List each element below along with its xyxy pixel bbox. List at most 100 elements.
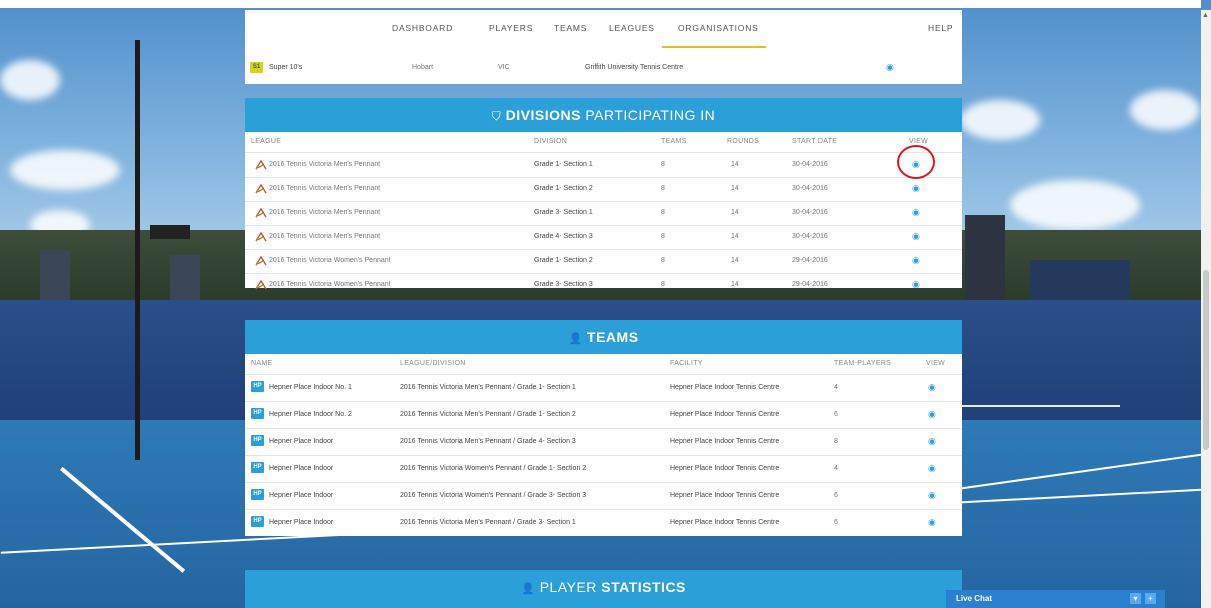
view-eye-icon[interactable]: ◉ (928, 490, 936, 501)
table-row[interactable]: 2016 Tennis Victoria Men's Pennant Grade… (245, 201, 962, 226)
league-logo-icon (255, 280, 267, 290)
col-league-division: LEAGUE/DIVISION (400, 360, 466, 367)
facility-cell: Hepner Place Indoor Tennis Centre (670, 438, 780, 445)
nav-dashboard[interactable]: DASHBOARD (392, 23, 453, 33)
rounds-cell: 14 (731, 185, 739, 192)
view-eye-icon[interactable]: ◉ (928, 463, 936, 474)
teams-title: 👤 TEAMS (568, 329, 639, 345)
facility-cell: Hepner Place Indoor Tennis Centre (670, 465, 780, 472)
scroll-up-icon[interactable]: ▲ (1202, 12, 1209, 19)
live-chat-label[interactable]: Live Chat (956, 594, 992, 603)
table-row[interactable]: HP Hepner Place Indoor 2016 Tennis Victo… (245, 510, 962, 536)
table-row[interactable]: 2016 Tennis Victoria Men's Pennant Grade… (245, 225, 962, 250)
table-row[interactable]: 2016 Tennis Victoria Women's Pennant Gra… (245, 273, 962, 297)
teams-section-header: 👤 TEAMS (245, 320, 962, 354)
table-header: LEAGUE DIVISION TEAMS ROUNDS START DATE … (245, 132, 962, 153)
team-name[interactable]: Hepner Place Indoor (269, 465, 333, 472)
league-cell: 2016 Tennis Victoria Women's Pennant (269, 281, 391, 288)
league-division-cell: 2016 Tennis Victoria Women's Pennant / G… (400, 492, 587, 499)
view-eye-icon[interactable]: ◉ (928, 436, 936, 447)
teams-table: NAME LEAGUE/DIVISION FACILITY TEAM-PLAYE… (245, 354, 962, 536)
table-row[interactable]: 2016 Tennis Victoria Women's Pennant Gra… (245, 249, 962, 274)
table-row[interactable]: HP Hepner Place Indoor 2016 Tennis Victo… (245, 429, 962, 456)
team-badge: HP (251, 516, 264, 527)
player-statistics-title: 👤 PLAYER STATISTICS (521, 579, 686, 595)
division-cell: Grade 1- Section 1 (534, 161, 593, 168)
view-eye-icon[interactable]: ◉ (912, 231, 920, 242)
table-row[interactable]: S1 Super 10's Hobart VIC Griffith Univer… (245, 56, 962, 80)
scrollbar-thumb[interactable] (1203, 270, 1209, 450)
start-date-cell: 29-04-2016 (792, 257, 828, 264)
start-date-cell: 30-04-2016 (792, 161, 828, 168)
view-eye-icon[interactable]: ◉ (912, 207, 920, 218)
nav-teams[interactable]: TEAMS (554, 23, 587, 33)
team-name[interactable]: Hepner Place Indoor (269, 438, 333, 445)
league-division-cell: 2016 Tennis Victoria Men's Pennant / Gra… (400, 438, 576, 445)
league-division-cell: 2016 Tennis Victoria Women's Pennant / G… (400, 465, 587, 472)
col-name: NAME (251, 360, 273, 367)
team-badge: HP (251, 381, 264, 392)
col-team-players: TEAM-PLAYERS (834, 360, 892, 367)
col-division: DIVISION (534, 138, 568, 145)
facility-cell: Hepner Place Indoor Tennis Centre (670, 519, 780, 526)
table-row[interactable]: HP Hepner Place Indoor No. 2 2016 Tennis… (245, 402, 962, 429)
rounds-cell: 14 (731, 233, 739, 240)
table-row[interactable]: 2016 Tennis Victoria Men's Pennant Grade… (245, 177, 962, 202)
league-badge: S1 (250, 62, 263, 73)
col-start-date: START DATE (792, 138, 838, 145)
page-scrollbar[interactable]: ▲ (1201, 10, 1211, 608)
team-name[interactable]: Hepner Place Indoor No. 1 (269, 384, 352, 391)
table-header: NAME LEAGUE/DIVISION FACILITY TEAM-PLAYE… (245, 354, 962, 375)
facility-cell: Griffith University Tennis Centre (585, 64, 684, 71)
team-badge: HP (251, 435, 264, 446)
start-date-cell: 30-04-2016 (792, 185, 828, 192)
league-cell: 2016 Tennis Victoria Men's Pennant (269, 233, 381, 240)
nav-leagues[interactable]: LEAGUES (609, 23, 655, 33)
table-row[interactable]: HP Hepner Place Indoor 2016 Tennis Victo… (245, 483, 962, 510)
view-eye-icon[interactable]: ◉ (912, 255, 920, 266)
nav-players[interactable]: PLAYERS (489, 23, 533, 33)
col-view: VIEW (909, 138, 929, 145)
col-teams: TEAMS (661, 138, 687, 145)
col-league: LEAGUE (251, 138, 282, 145)
chevron-down-icon[interactable]: ▾ (1130, 593, 1141, 604)
col-facility: FACILITY (670, 360, 703, 367)
view-eye-icon[interactable]: ◉ (912, 183, 920, 194)
plus-icon[interactable]: + (1145, 593, 1156, 604)
team-name[interactable]: Hepner Place Indoor No. 2 (269, 411, 352, 418)
players-cell: 6 (834, 492, 838, 499)
view-eye-icon[interactable]: ◉ (912, 279, 920, 290)
view-eye-icon[interactable]: ◉ (928, 382, 936, 393)
league-division-cell: 2016 Tennis Victoria Men's Pennant / Gra… (400, 411, 576, 418)
team-badge: HP (251, 462, 264, 473)
teams-cell: 8 (661, 233, 665, 240)
player-statistics-section-header: 👤 PLAYER STATISTICS (245, 570, 962, 608)
league-cell: 2016 Tennis Victoria Men's Pennant (269, 209, 381, 216)
main-nav: DASHBOARD PLAYERS TEAMS LEAGUES ORGANISA… (245, 10, 962, 48)
table-row[interactable]: HP Hepner Place Indoor 2016 Tennis Victo… (245, 456, 962, 483)
league-logo-icon (255, 232, 267, 242)
live-chat-widget[interactable]: Live Chat ▾ + (946, 590, 1165, 608)
highlight-circle-annotation (897, 145, 935, 179)
user-icon: 👤 (568, 333, 583, 345)
teams-cell: 8 (661, 257, 665, 264)
league-division-cell: 2016 Tennis Victoria Men's Pennant / Gra… (400, 384, 576, 391)
view-eye-icon[interactable]: ◉ (928, 517, 936, 528)
rounds-cell: 14 (731, 257, 739, 264)
division-cell: Grade 1- Section 2 (534, 185, 593, 192)
team-name[interactable]: Hepner Place Indoor (269, 492, 333, 499)
rounds-cell: 14 (731, 209, 739, 216)
table-row[interactable]: HP Hepner Place Indoor No. 1 2016 Tennis… (245, 375, 962, 402)
facility-cell: Hepner Place Indoor Tennis Centre (670, 384, 780, 391)
team-badge: HP (251, 408, 264, 419)
divisions-table: LEAGUE DIVISION TEAMS ROUNDS START DATE … (245, 132, 962, 290)
view-eye-icon[interactable]: ◉ (928, 409, 936, 420)
teams-cell: 8 (661, 185, 665, 192)
team-name[interactable]: Hepner Place Indoor (269, 519, 333, 526)
nav-organisations[interactable]: ORGANISATIONS (678, 23, 759, 33)
start-date-cell: 30-04-2016 (792, 209, 828, 216)
nav-help[interactable]: HELP (928, 23, 953, 33)
table-row[interactable]: 2016 Tennis Victoria Men's Pennant Grade… (245, 153, 962, 178)
view-eye-icon[interactable]: ◉ (886, 62, 894, 73)
players-cell: 6 (834, 519, 838, 526)
